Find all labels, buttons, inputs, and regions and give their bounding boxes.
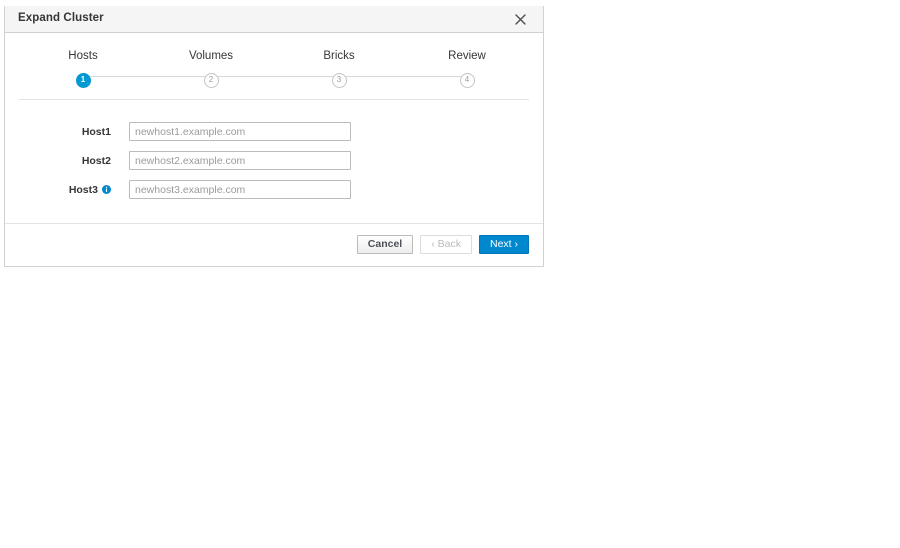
- back-button[interactable]: ‹ Back: [420, 235, 472, 254]
- wizard-step-label: Bricks: [323, 50, 355, 62]
- wizard-step-list: Hosts 1 Volumes 2 Bricks 3 Review 4: [19, 49, 529, 95]
- dialog-header: Expand Cluster: [5, 6, 543, 33]
- wizard-step-label: Review: [448, 50, 486, 62]
- form-label: Host3: [19, 184, 129, 196]
- step-connector: [211, 76, 339, 77]
- step-connector: [83, 76, 211, 77]
- dialog-footer: Cancel ‹ Back Next ›: [5, 223, 543, 266]
- expand-cluster-dialog: Expand Cluster Hosts 1 Volumes 2 Bricks 3 Revi…: [4, 6, 544, 267]
- wizard-step-number: 4: [459, 72, 475, 88]
- step-connector: [339, 76, 467, 77]
- cancel-button[interactable]: Cancel: [356, 235, 414, 254]
- info-circle-icon[interactable]: [102, 185, 111, 194]
- wizard-step-volumes[interactable]: Volumes 2: [151, 49, 271, 88]
- form-row: Host3: [19, 180, 529, 199]
- dialog-body: Host1 Host2 Host3: [5, 100, 543, 199]
- host-input-2[interactable]: [129, 151, 351, 170]
- wizard-step-hosts[interactable]: Hosts 1: [23, 49, 143, 88]
- wizard-step-bricks[interactable]: Bricks 3: [279, 49, 399, 88]
- wizard-step-review[interactable]: Review 4: [407, 49, 527, 88]
- form-label: Host2: [19, 155, 129, 167]
- host-input-1[interactable]: [129, 122, 351, 141]
- form-label-text: Host1: [81, 125, 111, 138]
- form-row: Host1: [19, 122, 529, 141]
- wizard-steps: Hosts 1 Volumes 2 Bricks 3 Review 4: [5, 33, 543, 100]
- wizard-step-label: Hosts: [68, 50, 98, 62]
- next-button[interactable]: Next ›: [478, 235, 529, 254]
- form-row: Host2: [19, 151, 529, 170]
- host-form: Host1 Host2 Host3: [19, 122, 529, 199]
- form-label-text: Host3: [68, 183, 98, 196]
- wizard-step-label: Volumes: [188, 50, 234, 62]
- wizard-step-number: 3: [331, 72, 347, 88]
- close-icon[interactable]: [511, 10, 529, 28]
- wizard-step-number: 2: [203, 72, 219, 88]
- dialog-title: Expand Cluster: [18, 12, 104, 25]
- wizard-step-number: 1: [75, 72, 91, 88]
- form-label: Host1: [19, 126, 129, 138]
- form-label-text: Host2: [81, 154, 111, 167]
- host-input-3[interactable]: [129, 180, 351, 199]
